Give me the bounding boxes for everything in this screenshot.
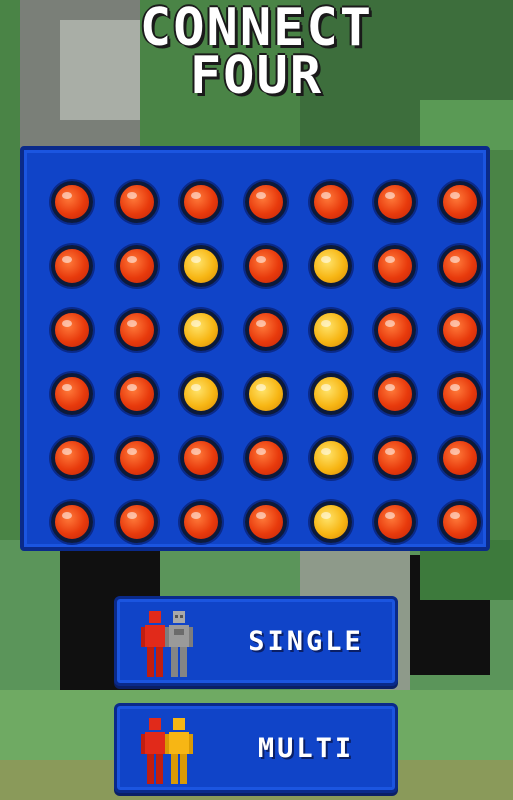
title-line-1: CONNECT: [139, 0, 374, 58]
red-disc: [438, 437, 481, 479]
board-cell[interactable]: [363, 298, 428, 362]
yellow-disc: [180, 309, 223, 351]
board-cell[interactable]: [105, 426, 170, 490]
board-cell[interactable]: [234, 426, 299, 490]
red-disc: [51, 437, 94, 479]
board-cell[interactable]: [234, 298, 299, 362]
red-disc: [245, 309, 288, 351]
board-cell[interactable]: [234, 234, 299, 298]
red-disc: [180, 501, 223, 543]
board-cell[interactable]: [40, 170, 105, 234]
multi-player-button[interactable]: MULTI: [114, 703, 398, 793]
red-disc: [438, 245, 481, 287]
red-disc: [438, 309, 481, 351]
yellow-disc: [309, 309, 352, 351]
red-disc: [245, 181, 288, 223]
board-cell[interactable]: [40, 490, 105, 554]
red-disc: [115, 501, 158, 543]
red-disc: [51, 373, 94, 415]
yellow-disc: [180, 373, 223, 415]
yellow-disc: [180, 245, 223, 287]
red-disc: [245, 501, 288, 543]
board-cell[interactable]: [363, 362, 428, 426]
board-cell[interactable]: [169, 234, 234, 298]
board-cell[interactable]: [105, 362, 170, 426]
board-cell[interactable]: [234, 170, 299, 234]
red-disc: [374, 181, 417, 223]
title-line-2: FOUR: [189, 46, 324, 106]
red-disc: [374, 501, 417, 543]
red-disc: [245, 437, 288, 479]
red-disc: [180, 181, 223, 223]
red-disc: [438, 181, 481, 223]
board-cell[interactable]: [363, 426, 428, 490]
board-cell[interactable]: [363, 490, 428, 554]
red-disc: [438, 501, 481, 543]
game-board[interactable]: [20, 146, 490, 551]
board-grid: [40, 170, 492, 554]
board-cell[interactable]: [428, 362, 493, 426]
board-cell[interactable]: [40, 234, 105, 298]
board-cell[interactable]: [40, 362, 105, 426]
board-cell[interactable]: [363, 234, 428, 298]
red-disc: [374, 437, 417, 479]
red-disc: [374, 309, 417, 351]
board-cell[interactable]: [298, 362, 363, 426]
board-cell[interactable]: [298, 234, 363, 298]
board-cell[interactable]: [169, 170, 234, 234]
red-disc: [374, 245, 417, 287]
red-disc: [309, 181, 352, 223]
red-disc: [180, 437, 223, 479]
game-title: CONNECT FOUR: [0, 0, 513, 106]
board-cell[interactable]: [428, 426, 493, 490]
single-player-icon: [135, 609, 199, 679]
board-cell[interactable]: [105, 234, 170, 298]
board-cell[interactable]: [298, 490, 363, 554]
board-cell[interactable]: [428, 234, 493, 298]
red-disc: [115, 309, 158, 351]
yellow-disc: [309, 437, 352, 479]
yellow-disc: [245, 373, 288, 415]
board-cell[interactable]: [298, 298, 363, 362]
board-cell[interactable]: [428, 170, 493, 234]
board-cell[interactable]: [169, 298, 234, 362]
board-cell[interactable]: [428, 490, 493, 554]
red-disc: [438, 373, 481, 415]
multi-button-label: MULTI: [257, 732, 355, 764]
red-disc: [374, 373, 417, 415]
red-disc: [115, 181, 158, 223]
board-cell[interactable]: [169, 362, 234, 426]
board-cell[interactable]: [298, 170, 363, 234]
yellow-disc: [309, 245, 352, 287]
board-cell[interactable]: [40, 426, 105, 490]
board-cell[interactable]: [363, 170, 428, 234]
multi-player-icon: [135, 716, 199, 786]
board-cell[interactable]: [105, 298, 170, 362]
red-disc: [51, 309, 94, 351]
board-cell[interactable]: [234, 490, 299, 554]
red-disc: [115, 373, 158, 415]
board-cell[interactable]: [234, 362, 299, 426]
board-cell[interactable]: [169, 426, 234, 490]
red-disc: [51, 181, 94, 223]
yellow-disc: [309, 501, 352, 543]
board-cell[interactable]: [40, 298, 105, 362]
yellow-player-figure-icon: [165, 718, 193, 784]
single-player-button[interactable]: SINGLE: [114, 596, 398, 686]
yellow-disc: [309, 373, 352, 415]
board-cell[interactable]: [169, 490, 234, 554]
robot-figure-icon: [165, 611, 193, 677]
red-disc: [245, 245, 288, 287]
board-cell[interactable]: [298, 426, 363, 490]
red-disc: [115, 437, 158, 479]
red-disc: [51, 501, 94, 543]
red-disc: [51, 245, 94, 287]
board-cell[interactable]: [428, 298, 493, 362]
single-button-label: SINGLE: [248, 625, 364, 657]
board-cell[interactable]: [105, 490, 170, 554]
red-disc: [115, 245, 158, 287]
board-cell[interactable]: [105, 170, 170, 234]
